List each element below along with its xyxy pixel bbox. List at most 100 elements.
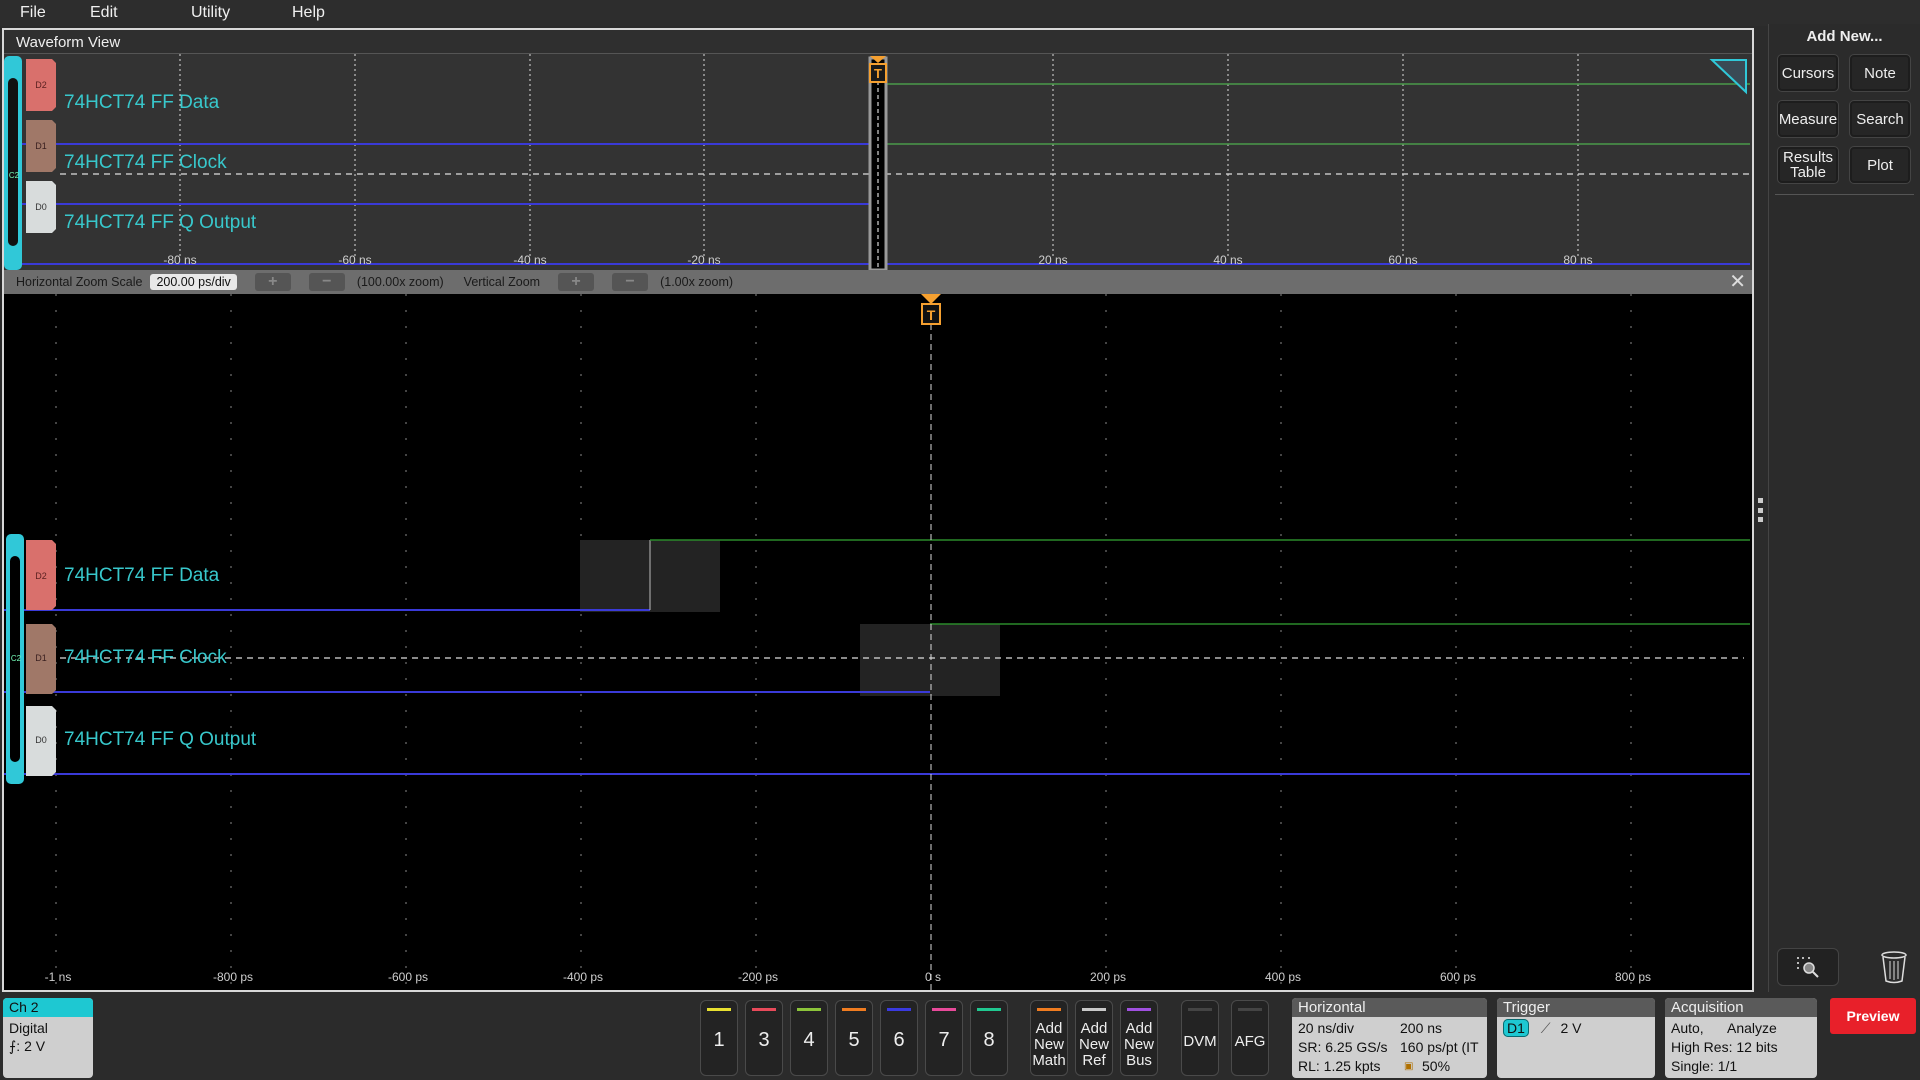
d1-tag-text: D1 — [35, 653, 47, 663]
overview-pane[interactable]: T D2 D1 D0 C2 74HCT74 FF Data 74HCT74 FF… — [4, 54, 1752, 270]
zoom-tick-label: 0 s — [924, 970, 942, 984]
trigger-settings-badge[interactable]: Trigger D1 ⟋ 2 V — [1497, 998, 1655, 1078]
channel-8-button[interactable]: 8 — [970, 1000, 1008, 1076]
d0-tag-text: D0 — [35, 735, 47, 745]
overview-label-d1[interactable]: 74HCT74 FF Clock — [64, 152, 227, 174]
overview-plot: T D2 D1 D0 C2 — [4, 54, 1750, 270]
panel-splitter-handle[interactable] — [1758, 498, 1764, 522]
d0-tag-text: D0 — [35, 202, 47, 212]
d2-tag-text: D2 — [35, 571, 47, 581]
overview-tick-label: -40 ns — [513, 253, 547, 267]
channel-color-bar — [797, 1008, 821, 1011]
horizontal-title: Horizontal — [1292, 998, 1487, 1017]
zoom-tick-label: 600 ps — [1439, 970, 1477, 984]
horizontal-settings-badge[interactable]: Horizontal 20 ns/div 200 ns SR: 6.25 GS/s… — [1292, 998, 1487, 1078]
channel-4-button[interactable]: 4 — [790, 1000, 828, 1076]
group-tag-text: C2 — [9, 171, 20, 180]
bottom-settings-bar: Ch 2 Digital ⨍: 2 V 1 3 4 5 6 7 8 Add New… — [0, 994, 1920, 1080]
trash-icon[interactable] — [1879, 949, 1909, 985]
zoomed-plot: T D2 D1 D0 C2 — [4, 294, 1750, 990]
zoom-tick-label: -600 ps — [387, 970, 429, 984]
trigger-position-icon: ▣ — [1404, 1061, 1414, 1072]
resolution: 160 ps/pt (IT — [1400, 1039, 1479, 1055]
preview-button[interactable]: Preview — [1830, 998, 1916, 1034]
acquisition-mode: Auto, — [1671, 1020, 1704, 1036]
zoom-label-d2[interactable]: 74HCT74 FF Data — [64, 565, 219, 587]
zoom-tick-label: 400 ps — [1264, 970, 1302, 984]
channel-number: 6 — [893, 1029, 905, 1051]
button-label: AFG — [1234, 1033, 1266, 1050]
plot-button[interactable]: Plot — [1849, 146, 1911, 184]
button-label: Add New Math — [1032, 1020, 1066, 1069]
channel-number: 7 — [938, 1029, 950, 1051]
overview-tick-label: -20 ns — [687, 253, 721, 267]
button-label: DVM — [1183, 1033, 1217, 1050]
trigger-arrow-icon — [921, 294, 941, 304]
add-new-panel: Add New... Cursors Note Measure Search R… — [1768, 24, 1920, 992]
zoom-tick-label: -800 ps — [212, 970, 254, 984]
horizontal-zoom-factor: (100.00x zoom) — [356, 275, 444, 289]
search-button[interactable]: Search — [1849, 100, 1911, 138]
channel-color-bar — [842, 1008, 866, 1011]
menu-utility[interactable]: Utility — [171, 4, 272, 22]
note-button[interactable]: Note — [1849, 54, 1911, 92]
button-label: Add New Bus — [1123, 1020, 1154, 1069]
horizontal-zoom-in-button[interactable]: + — [254, 273, 291, 291]
acquisition-settings-badge[interactable]: Acquisition Auto, Analyze High Res: 12 bi… — [1665, 998, 1817, 1078]
zoom-tick-label: 800 ps — [1614, 970, 1652, 984]
afg-button[interactable]: AFG — [1231, 1000, 1269, 1076]
horizontal-zoom-scale-field[interactable]: 200.00 ps/div — [150, 274, 237, 290]
overview-label-d0[interactable]: 74HCT74 FF Q Output — [64, 212, 256, 234]
channel-color-bar — [1082, 1008, 1106, 1011]
add-new-math-button[interactable]: Add New Math — [1030, 1000, 1068, 1076]
measure-button[interactable]: Measure — [1777, 100, 1839, 138]
zoom-tick-label: -1 ns — [44, 970, 72, 984]
trigger-marker-label: T — [874, 66, 882, 81]
trigger-position: 50% — [1422, 1058, 1451, 1074]
zoom-label-d0[interactable]: 74HCT74 FF Q Output — [64, 729, 256, 751]
ch2-badge[interactable]: Ch 2 Digital ⨍: 2 V — [3, 998, 93, 1078]
zoom-magnifier-icon — [1797, 957, 1819, 978]
trigger-title: Trigger — [1497, 998, 1655, 1017]
zoom-label-d1[interactable]: 74HCT74 FF Clock — [64, 647, 227, 669]
d1-transition-region — [860, 624, 1000, 696]
channel-number: 4 — [803, 1029, 815, 1051]
add-new-ref-button[interactable]: Add New Ref — [1075, 1000, 1113, 1076]
results-table-button[interactable]: Results Table — [1777, 146, 1839, 184]
channel-number: 5 — [848, 1029, 860, 1051]
add-new-title: Add New... — [1806, 28, 1883, 45]
overview-tick-label: 60 ns — [1388, 253, 1418, 267]
overview-tick-label: 80 ns — [1563, 253, 1593, 267]
channel-3-button[interactable]: 3 — [745, 1000, 783, 1076]
menu-edit[interactable]: Edit — [70, 4, 171, 22]
dvm-button[interactable]: DVM — [1181, 1000, 1219, 1076]
zoomed-waveform-pane[interactable]: T D2 D1 D0 C2 74HCT74 FF Data 74HCT74 FF… — [4, 294, 1752, 990]
channel-color-bar — [707, 1008, 731, 1011]
horizontal-zoom-out-button[interactable]: − — [308, 273, 345, 291]
menu-help[interactable]: Help — [272, 4, 373, 22]
channel-7-button[interactable]: 7 — [925, 1000, 963, 1076]
zoom-tool-button[interactable] — [1777, 948, 1839, 986]
cursors-button[interactable]: Cursors — [1777, 54, 1839, 92]
waveform-view: Waveform View T D2 D1 D0 C2 74HCT74 FF D… — [2, 28, 1754, 992]
trigger-source-badge: D1 — [1503, 1019, 1529, 1037]
acquisition-analyze: Analyze — [1727, 1020, 1777, 1036]
trigger-marker-label: T — [927, 307, 936, 323]
vertical-zoom-out-button[interactable]: − — [612, 273, 649, 291]
zoom-tick-label: -400 ps — [562, 970, 604, 984]
channel-color-bar — [1238, 1008, 1262, 1011]
d2-tag-text: D2 — [35, 80, 47, 90]
overview-tick-label: 20 ns — [1038, 253, 1068, 267]
channel-color-bar — [932, 1008, 956, 1011]
close-zoom-icon[interactable]: ✕ — [1729, 270, 1746, 294]
channel-1-button[interactable]: 1 — [700, 1000, 738, 1076]
horizontal-duration: 200 ns — [1400, 1020, 1443, 1036]
add-new-bus-button[interactable]: Add New Bus — [1120, 1000, 1158, 1076]
channel-6-button[interactable]: 6 — [880, 1000, 918, 1076]
channel-5-button[interactable]: 5 — [835, 1000, 873, 1076]
d1-tag-text: D1 — [35, 141, 47, 151]
group-tag-text: C2 — [11, 654, 22, 663]
vertical-zoom-in-button[interactable]: + — [558, 273, 595, 291]
menu-file[interactable]: File — [0, 4, 70, 22]
overview-label-d2[interactable]: 74HCT74 FF Data — [64, 92, 219, 114]
